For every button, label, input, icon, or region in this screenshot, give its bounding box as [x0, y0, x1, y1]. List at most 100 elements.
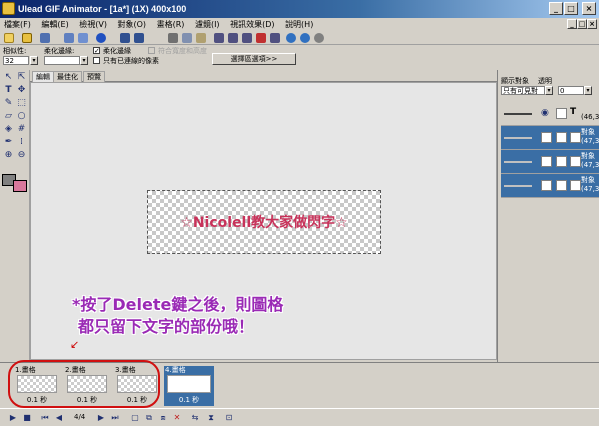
new-icon[interactable]	[4, 33, 14, 43]
display-objects-dropdown[interactable]: ▾	[545, 86, 553, 95]
frame-settings-icon[interactable]: ⊡	[224, 413, 234, 423]
reverse-icon[interactable]: ⇆	[190, 413, 200, 423]
globe-icon[interactable]	[96, 33, 106, 43]
object-eye-box[interactable]	[541, 132, 552, 143]
crop-icon[interactable]: #	[17, 125, 26, 134]
annotation-text: *按了Delete鍵之後，則圖格 都只留下文字的部份哦！	[72, 294, 412, 338]
annotation-line-1: *按了Delete鍵之後，則圖格	[72, 295, 284, 314]
text-tool-icon[interactable]: T	[4, 86, 13, 95]
tab-edit[interactable]: 編輯	[32, 71, 54, 82]
object-row[interactable]: ◉ T (46,3	[501, 102, 599, 126]
properties-icon[interactable]	[270, 33, 280, 43]
select-pointer-icon[interactable]: ⇱	[17, 73, 26, 82]
delete-frame-icon[interactable]: ✕	[172, 413, 182, 423]
eraser-icon[interactable]: ▱	[4, 112, 13, 121]
object-eye-box[interactable]	[541, 180, 552, 191]
object-row[interactable]: 對象 (47,3	[501, 174, 599, 198]
close-button[interactable]: ×	[582, 2, 596, 15]
brush-icon[interactable]: ✎	[4, 99, 13, 108]
frame-dup-icon[interactable]	[228, 33, 238, 43]
save-icon[interactable]	[40, 33, 50, 43]
add-frame-icon[interactable]: ▢	[130, 413, 140, 423]
ellipse-select-icon[interactable]: ○	[17, 112, 26, 121]
lasso-icon[interactable]: ⬚	[17, 99, 26, 108]
feather-input[interactable]	[44, 56, 80, 65]
frame-thumbnail-selected[interactable]: 4.畫格 0.1 秒	[164, 366, 214, 406]
zoom-out-icon[interactable]: ⊖	[17, 151, 26, 160]
next-frame-icon[interactable]: ▶	[96, 413, 106, 423]
menu-filter[interactable]: 濾鏡(I)	[191, 18, 224, 31]
display-objects-label: 顯示對象	[501, 77, 529, 85]
object-row[interactable]: 對象 (47,3	[501, 126, 599, 150]
object-thumb	[556, 156, 567, 167]
transparency-input[interactable]: 0	[558, 86, 584, 95]
redo-icon[interactable]	[134, 33, 144, 43]
object-thumb	[556, 108, 567, 119]
frame-add-icon[interactable]	[214, 33, 224, 43]
hand-icon[interactable]: ⁞	[17, 138, 26, 147]
transparency-label: 透明	[538, 77, 552, 85]
antialias-checkbox[interactable]: ✓	[93, 47, 100, 55]
fit-label: 符合寬度和高度	[158, 47, 207, 55]
window-title: Ulead GIF Animator - [1a*] (1X) 400x100	[18, 4, 187, 14]
fill-icon[interactable]: ◈	[4, 125, 13, 134]
last-frame-icon[interactable]: ⏭	[110, 413, 120, 423]
tab-preview[interactable]: 預覽	[83, 71, 105, 82]
tab-optimize[interactable]: 最佳化	[53, 71, 82, 82]
menu-object[interactable]: 對象(O)	[114, 18, 151, 31]
transparency-spin[interactable]: ▾	[584, 86, 592, 95]
help-icon[interactable]	[314, 33, 324, 43]
antialias-label: 柔化邊緣	[103, 47, 131, 55]
frame-properties-icon[interactable]: ⧗	[206, 413, 216, 423]
background-color-swatch[interactable]	[13, 180, 27, 192]
only-edge-checkbox[interactable]	[93, 57, 100, 64]
prev-frame-icon[interactable]: ◀	[54, 413, 64, 423]
menu-help[interactable]: 說明(H)	[281, 18, 317, 31]
object-name: 對象	[581, 152, 595, 160]
fit-checkbox[interactable]	[148, 47, 155, 54]
first-frame-icon[interactable]: ⏮	[40, 413, 50, 423]
play-icon[interactable]: ▶	[8, 413, 18, 423]
doc-close-button[interactable]: ×	[587, 19, 597, 29]
doc-restore-button[interactable]: □	[577, 19, 587, 29]
object-eye-box[interactable]	[541, 156, 552, 167]
doc-minimize-button[interactable]: _	[567, 19, 577, 29]
menu-video-effect[interactable]: 視訊效果(D)	[226, 18, 278, 31]
menu-edit[interactable]: 編輯(E)	[37, 18, 72, 31]
object-type-box	[570, 156, 581, 167]
menu-file[interactable]: 檔案(F)	[0, 18, 35, 31]
move-icon[interactable]: ✥	[17, 86, 26, 95]
object-name: 對象	[581, 176, 595, 184]
export-icon[interactable]	[78, 33, 88, 43]
open-icon[interactable]	[22, 33, 32, 43]
similarity-input[interactable]: 32	[3, 56, 29, 65]
preview-icon[interactable]	[300, 33, 310, 43]
zoom-in-icon[interactable]: ⊕	[4, 151, 13, 160]
cut-icon[interactable]	[168, 33, 178, 43]
duplicate-frame-icon[interactable]: ⧉	[144, 413, 154, 423]
import-icon[interactable]	[64, 33, 74, 43]
only-edge-label: 只有已連線的像素	[103, 57, 159, 65]
maximize-button[interactable]: □	[564, 2, 578, 15]
copy-icon[interactable]	[182, 33, 192, 43]
menu-view[interactable]: 檢視(V)	[75, 18, 111, 31]
pointer-icon[interactable]: ↖	[4, 73, 13, 82]
menu-frame[interactable]: 畫格(R)	[153, 18, 189, 31]
feather-spin[interactable]: ▾	[80, 56, 88, 65]
eyedropper-icon[interactable]: ✒	[4, 138, 13, 147]
delete-icon[interactable]	[256, 33, 266, 43]
undo-icon[interactable]	[120, 33, 130, 43]
eye-icon[interactable]: ◉	[541, 108, 549, 118]
frame-delete-icon[interactable]	[242, 33, 252, 43]
object-row[interactable]: 對象 (47,3	[501, 150, 599, 174]
tween-icon[interactable]: ⧈	[158, 413, 168, 423]
paste-icon[interactable]	[196, 33, 206, 43]
feather-label: 柔化邊緣:	[44, 47, 75, 55]
image-canvas[interactable]: ☆Nicolell教大家做閃字☆	[147, 190, 381, 254]
select-options-button[interactable]: 選擇區選項>>	[212, 53, 296, 65]
stop-icon[interactable]: ■	[22, 413, 32, 423]
similarity-spin[interactable]: ▾	[30, 56, 38, 65]
optimize-icon[interactable]	[286, 33, 296, 43]
display-objects-select[interactable]: 只有可見對	[501, 86, 545, 95]
minimize-button[interactable]: _	[549, 2, 563, 15]
